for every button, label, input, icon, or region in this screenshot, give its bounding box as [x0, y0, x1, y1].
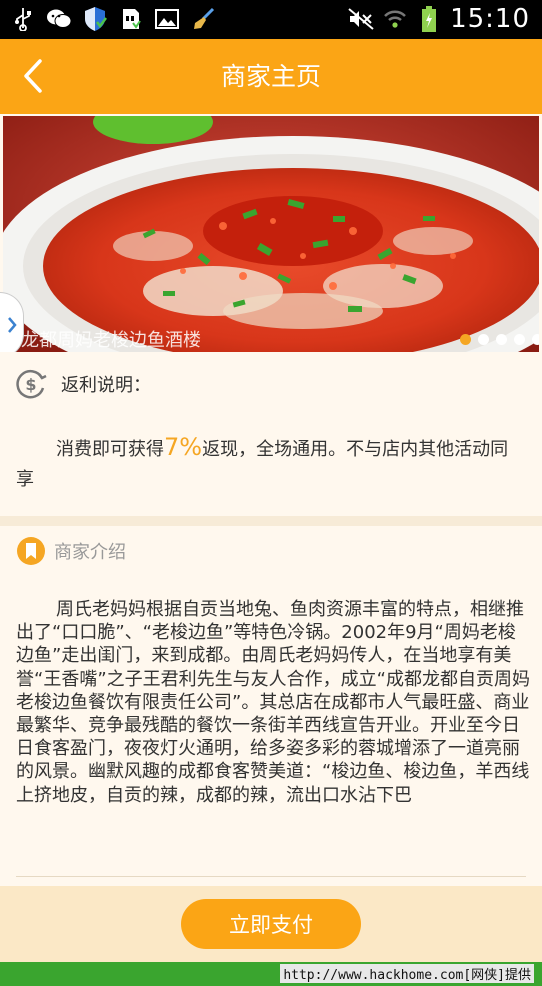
divider-line: [16, 876, 526, 877]
merchant-intro-section: 商家介绍 周氏老妈妈根据自贡当地兔、鱼肉资源丰富的特点，相继推出了“口口脆”、“…: [0, 526, 542, 886]
page-title: 商家主页: [220, 62, 321, 91]
system-status: 15:10: [348, 4, 530, 34]
image-icon: [154, 6, 180, 32]
app-header: 商家主页: [0, 39, 542, 114]
banner-food-image: [3, 116, 539, 352]
bookmark-icon: [17, 537, 45, 565]
footer-strip: http://www.hackhome.com[网侠]提供: [0, 962, 542, 986]
pay-now-button[interactable]: 立即支付: [181, 899, 361, 949]
rebate-text-before: 消费即可获得: [56, 439, 164, 460]
rebate-title: 返利说明：: [61, 375, 151, 396]
mute-icon: [348, 6, 374, 32]
rebate-section: $ 返利说明： 消费即可获得7%返现，全场通用。不与店内其他活动同享: [0, 352, 542, 516]
chevron-left-icon: [24, 59, 42, 93]
clock: 15:10: [450, 4, 530, 34]
sd-card-icon: [118, 6, 144, 32]
banner-caption: 龙都周妈老梭边鱼酒楼: [21, 330, 201, 351]
section-divider: [0, 516, 542, 526]
rebate-description: 消费即可获得7%返现，全场通用。不与店内其他活动同享: [16, 432, 526, 495]
back-button[interactable]: [8, 51, 58, 101]
chevron-right-icon: [7, 317, 17, 333]
notification-icons: [10, 6, 216, 32]
battery-icon: [416, 6, 442, 32]
watermark: http://www.hackhome.com[网侠]提供: [280, 964, 534, 983]
banner-carousel[interactable]: 龙都周妈老梭边鱼酒楼: [3, 116, 539, 352]
dollar-circle-icon: $: [16, 369, 47, 399]
usb-icon: [10, 6, 36, 32]
intro-header: 商家介绍: [16, 536, 126, 566]
rebate-header: $ 返利说明：: [15, 368, 151, 400]
shield-icon: [82, 6, 108, 32]
intro-title: 商家介绍: [54, 542, 126, 563]
carousel-indicators: [460, 334, 539, 345]
bottom-action-bar: 立即支付: [0, 886, 542, 962]
wechat-icon: [46, 6, 72, 32]
carousel-dot[interactable]: [496, 334, 507, 345]
status-bar: 15:10: [0, 0, 542, 39]
carousel-dot[interactable]: [514, 334, 525, 345]
intro-description: 周氏老妈妈根据自贡当地兔、鱼肉资源丰富的特点，相继推出了“口口脆”、“老梭边鱼”…: [16, 599, 530, 806]
broom-icon: [190, 6, 216, 32]
wifi-icon: [382, 6, 408, 32]
svg-text:$: $: [25, 375, 36, 394]
carousel-dot[interactable]: [478, 334, 489, 345]
carousel-dot[interactable]: [532, 334, 539, 345]
rebate-percent: 7%: [164, 433, 203, 461]
carousel-dot[interactable]: [460, 334, 471, 345]
